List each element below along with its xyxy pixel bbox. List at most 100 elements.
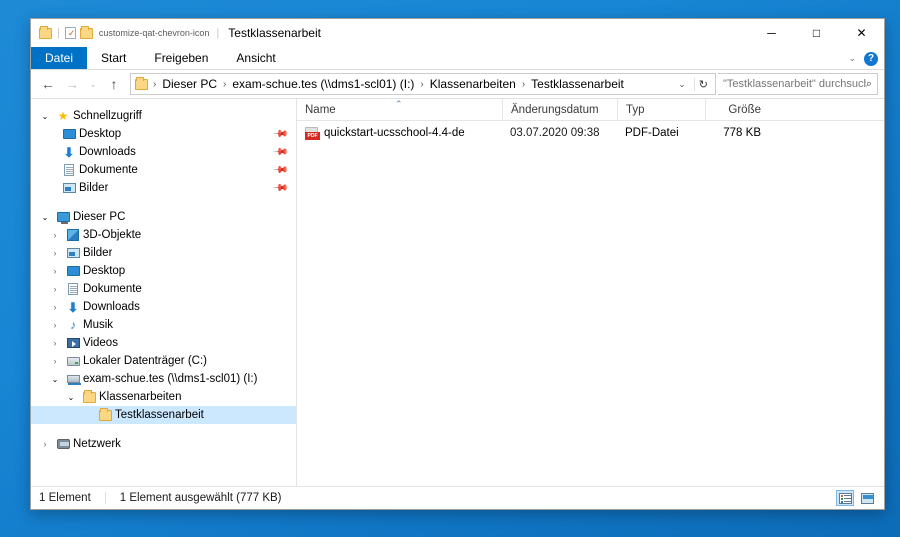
new-folder-icon[interactable]: [79, 25, 93, 39]
monitor-icon: [63, 266, 83, 276]
sidebar-group-schnellzugriff[interactable]: ⌄ ★ Schnellzugriff: [31, 107, 296, 125]
expand-chevron-icon[interactable]: ›: [47, 356, 63, 366]
details-view-button[interactable]: [836, 490, 854, 506]
sidebar-item-dokumente[interactable]: › Dokumente: [31, 280, 296, 298]
details-view-icon: [838, 492, 852, 504]
folder-icon: [79, 389, 99, 403]
network-icon: [53, 439, 73, 449]
pin-icon[interactable]: 📌: [271, 144, 288, 161]
expand-chevron-icon[interactable]: ⌄: [47, 375, 63, 384]
pin-icon[interactable]: 📌: [271, 126, 288, 143]
pin-icon[interactable]: 📌: [271, 180, 288, 197]
sidebar-item-testklassenarbeit[interactable]: Testklassenarbeit: [31, 406, 296, 424]
pin-icon[interactable]: 📌: [271, 162, 288, 179]
sidebar-item-lokaler-datentraeger[interactable]: › Lokaler Datenträger (C:): [31, 352, 296, 370]
breadcrumb-separator-3[interactable]: ›: [521, 79, 526, 90]
navigation-pane: ⌄ ★ Schnellzugriff Desktop 📌 ⬇ Downloads…: [31, 99, 297, 486]
tab-datei[interactable]: Datei: [31, 47, 88, 69]
breadcrumb-separator-1[interactable]: ›: [222, 79, 227, 90]
expand-chevron-icon[interactable]: ›: [47, 320, 63, 330]
column-header-date[interactable]: Änderungsdatum: [502, 99, 617, 120]
sidebar-item-label: Videos: [83, 337, 118, 349]
properties-icon[interactable]: ✓: [64, 27, 76, 39]
column-header-name[interactable]: Name ⌃: [297, 99, 502, 120]
sidebar-item-label: Lokaler Datenträger (C:): [83, 355, 207, 367]
tab-start[interactable]: Start: [87, 47, 140, 69]
sidebar-item-3d-objekte[interactable]: › 3D-Objekte: [31, 226, 296, 244]
sidebar-item-bilder[interactable]: › Bilder: [31, 244, 296, 262]
forward-button[interactable]: →: [61, 73, 83, 95]
folder-icon[interactable]: [39, 25, 52, 39]
search-input[interactable]: "Testklassenarbeit" durchsuch... ⌕: [718, 73, 878, 95]
column-header-label: Name: [305, 103, 336, 116]
sidebar-item-bilder-quick[interactable]: Bilder 📌: [31, 179, 296, 197]
tab-ansicht[interactable]: Ansicht: [222, 47, 289, 69]
sidebar-group-netzwerk[interactable]: › Netzwerk: [31, 435, 296, 453]
recent-locations-chevron-icon[interactable]: ⌄: [85, 73, 101, 95]
sidebar-group-label: Schnellzugriff: [73, 110, 142, 122]
up-button[interactable]: ↑: [103, 73, 125, 95]
video-icon: [63, 338, 83, 348]
qat-divider-2: |: [216, 27, 220, 39]
sidebar-item-desktop[interactable]: › Desktop: [31, 262, 296, 280]
collapse-ribbon-chevron-icon[interactable]: ⌄: [848, 53, 856, 64]
sidebar-item-downloads-quick[interactable]: ⬇ Downloads 📌: [31, 143, 296, 161]
sidebar-item-label: Testklassenarbeit: [115, 409, 204, 421]
sidebar-item-exam-schue[interactable]: ⌄ exam-schue.tes (\\dms1-scl01) (I:): [31, 370, 296, 388]
file-name-cell: quickstart-ucsschool-4.4-de: [297, 126, 502, 140]
sidebar-item-musik[interactable]: › ♪ Musik: [31, 316, 296, 334]
breadcrumb-item-klassenarbeiten[interactable]: Klassenarbeiten: [427, 76, 519, 92]
expand-chevron-icon[interactable]: ⌄: [37, 112, 53, 121]
column-header-size[interactable]: Größe: [705, 99, 773, 120]
breadcrumb-item-testklassenarbeit[interactable]: Testklassenarbeit: [528, 76, 627, 92]
expand-chevron-icon[interactable]: ›: [47, 266, 63, 276]
expand-chevron-icon[interactable]: ›: [47, 284, 63, 294]
sidebar-item-label: exam-schue.tes (\\dms1-scl01) (I:): [83, 373, 258, 385]
view-mode-buttons: [836, 490, 876, 506]
sidebar-item-desktop-quick[interactable]: Desktop 📌: [31, 125, 296, 143]
expand-chevron-icon[interactable]: ›: [37, 439, 53, 449]
sidebar-group-dieser-pc[interactable]: ⌄ Dieser PC: [31, 208, 296, 226]
breadcrumb-item-exam-schue[interactable]: exam-schue.tes (\\dms1-scl01) (I:): [229, 76, 417, 92]
document-icon: [59, 164, 79, 176]
sidebar-item-label: 3D-Objekte: [83, 229, 142, 241]
sidebar-group-label: Netzwerk: [73, 438, 121, 450]
file-list-pane: Name ⌃ Änderungsdatum Typ Größe quick: [297, 99, 884, 486]
table-row[interactable]: quickstart-ucsschool-4.4-de 03.07.2020 0…: [297, 123, 884, 143]
sidebar-item-label: Desktop: [79, 128, 122, 140]
search-icon[interactable]: ⌕: [866, 78, 872, 91]
expand-chevron-icon[interactable]: ⌄: [37, 213, 53, 222]
expand-chevron-icon[interactable]: ›: [47, 248, 63, 258]
breadcrumb[interactable]: › Dieser PC › exam-schue.tes (\\dms1-scl…: [130, 73, 716, 95]
breadcrumb-separator-0[interactable]: ›: [152, 79, 157, 90]
refresh-icon[interactable]: ↻: [693, 77, 711, 91]
address-bar: ← → ⌄ ↑ › Dieser PC › exam-schue.tes (\\…: [31, 70, 884, 98]
expand-chevron-icon[interactable]: ›: [47, 302, 63, 312]
close-button[interactable]: ✕: [839, 19, 884, 47]
address-dropdown-chevron-icon[interactable]: ⌄: [672, 79, 692, 90]
column-header-label: Größe: [728, 103, 761, 116]
status-item-count: 1 Element: [39, 492, 91, 504]
breadcrumb-separator-2[interactable]: ›: [419, 79, 424, 90]
quick-access-toolbar: | ✓ customize-qat-chevron-icon |: [31, 25, 220, 39]
maximize-button[interactable]: □: [794, 19, 839, 47]
sidebar-item-label: Klassenarbeiten: [99, 391, 182, 403]
picture-icon: [63, 248, 83, 258]
sidebar-item-dokumente-quick[interactable]: Dokumente 📌: [31, 161, 296, 179]
customize-qat-chevron-icon[interactable]: customize-qat-chevron-icon: [97, 28, 212, 38]
column-header-type[interactable]: Typ: [617, 99, 705, 120]
expand-chevron-icon[interactable]: ›: [47, 230, 63, 240]
sidebar-item-label: Dokumente: [83, 283, 142, 295]
expand-chevron-icon[interactable]: ⌄: [63, 393, 79, 402]
large-icons-view-button[interactable]: [858, 490, 876, 506]
sidebar-item-videos[interactable]: › Videos: [31, 334, 296, 352]
help-icon[interactable]: ?: [864, 51, 878, 66]
sidebar-item-downloads[interactable]: › ⬇ Downloads: [31, 298, 296, 316]
sidebar-item-klassenarbeiten[interactable]: ⌄ Klassenarbeiten: [31, 388, 296, 406]
tab-freigeben[interactable]: Freigeben: [140, 47, 222, 69]
back-button[interactable]: ←: [37, 73, 59, 95]
expand-chevron-icon[interactable]: ›: [47, 338, 63, 348]
file-name-label: quickstart-ucsschool-4.4-de: [324, 127, 465, 139]
breadcrumb-item-dieser-pc[interactable]: Dieser PC: [159, 76, 220, 92]
minimize-button[interactable]: ─: [749, 19, 794, 47]
